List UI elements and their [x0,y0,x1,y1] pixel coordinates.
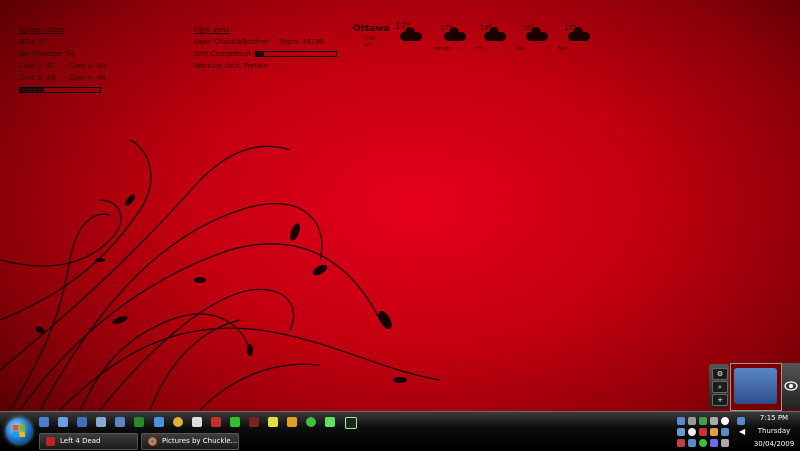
tray-screen-icon[interactable] [688,439,696,447]
quicklaunch-terminal-icon[interactable] [344,417,357,429]
left4dead-icon [46,436,55,446]
tray-green-icon[interactable] [699,439,707,447]
quicklaunch-media-icon[interactable] [210,417,221,427]
taskbar-clock[interactable]: 7:15 PM Thursday 30/04/2009 [750,412,798,451]
system-tray: ◀ [677,415,747,449]
photo-gadget[interactable] [730,363,782,411]
gadget-search-button[interactable]: ⌕ [712,381,728,393]
tray-info-icon[interactable] [688,428,696,436]
windows-logo-icon [13,425,25,437]
current-cloud-icon [400,27,422,41]
tray-app-icon[interactable] [699,417,707,425]
unit-completion-fill [256,52,265,56]
tray-misc-icon[interactable] [721,439,729,447]
quicklaunch-green-icon[interactable] [229,417,240,427]
tray-folder-icon[interactable] [710,428,718,436]
core1-temp: Core 1: 47 [19,62,56,70]
fah-team: Team: 34196 [279,38,325,46]
system-stats-widget: System stats GPU: 57 Northbridge: 54 Cor… [19,24,105,96]
cpu-load-fill [20,88,44,92]
wallpaper-swirl-art [0,139,441,410]
weather-city: Ottawa [353,24,390,34]
clock-date: 30/04/2009 [753,440,795,448]
tray-asterisk-icon[interactable] [721,417,729,425]
fah-stats-title: F@H stats [194,26,230,34]
quicklaunch-info-icon[interactable] [306,417,317,427]
forecast-day: Sun [558,46,568,52]
rain-cloud-icon [568,27,590,41]
quicklaunch-folder-icon[interactable] [268,417,279,427]
tray-volume-icon[interactable]: ◀ [739,428,747,436]
quicklaunch-switch-icon[interactable] [77,417,88,427]
forecast-item: 18° Sat [516,24,556,54]
tray-antivirus-icon[interactable] [699,428,707,436]
eye-icon [784,381,798,391]
start-button[interactable] [6,418,32,444]
quicklaunch-computer-icon[interactable] [153,417,164,427]
task-pictures-browser[interactable]: Pictures by Chuckle... [141,433,239,450]
core4-temp: Core 4: 48 [69,74,106,82]
task-label: Pictures by Chuckle... [162,437,238,445]
unit-completion-bar [255,51,338,57]
tray-tool-icon[interactable] [677,439,685,447]
cloud-icon [484,27,506,41]
taskbar: Left 4 Dead Pictures by Chuckle... ◀ 7:1… [0,411,800,451]
quick-launch-bar [39,417,361,429]
quicklaunch-dark-icon[interactable] [249,417,260,427]
forecast-item: 19° Fri [474,24,514,54]
quicklaunch-flag-icon[interactable] [325,417,336,427]
quicklaunch-tool-icon[interactable] [191,417,202,427]
tray-blue-icon[interactable] [710,439,718,447]
core2-temp: Core 2: 48 [69,62,106,70]
gadget-controls: ⚙ ⌕ + [709,364,729,408]
tray-device-icon[interactable] [721,428,729,436]
unit-completion-label: Unit Completion: [194,50,253,58]
gpu-temp: GPU: 57 [19,38,48,46]
cpu-load-bar [19,87,101,93]
chrome-icon [148,436,157,446]
working-unit: Working Unit: Protein [194,62,269,70]
clock-time: 7:15 PM [759,414,789,422]
fah-stats-widget: F@H stats User: ChuckleBrother Team: 3419… [194,24,338,72]
system-stats-title: System stats [19,26,65,34]
quicklaunch-play-icon[interactable] [287,417,298,427]
gadget-eye-button[interactable] [782,363,800,409]
tray-settings-icon[interactable] [710,417,718,425]
northbridge-temp: Northbridge: 54 [19,50,75,58]
quicklaunch-app-icon[interactable] [134,417,145,427]
forecast-day: Sat [516,46,525,52]
forecast-day: Fri [476,46,482,52]
clock-day: Thursday [757,427,791,435]
quicklaunch-explorer-icon[interactable] [115,417,126,427]
gadget-settings-button[interactable]: ⚙ [712,368,728,380]
sun-cloud-icon [526,27,548,41]
forecast-item: 17° tonight [434,24,474,54]
quicklaunch-recycle-icon[interactable] [96,417,107,427]
task-label: Left 4 Dead [60,437,101,445]
tray-display-icon[interactable] [737,417,745,425]
weather-observed-time: 7:34 am [364,36,376,48]
quicklaunch-chrome-icon[interactable] [172,417,183,427]
tray-steam-icon[interactable] [688,417,696,425]
rain-cloud-icon [444,27,466,41]
quicklaunch-window-icon[interactable] [39,417,49,427]
photo-gadget-image [734,368,777,404]
gadget-add-button[interactable]: + [712,394,728,406]
forecast-item: 17° Sun [558,24,598,54]
tray-network-icon[interactable] [677,417,685,425]
forecast-day: tonight [434,46,452,52]
quicklaunch-desktop-icon[interactable] [58,417,69,427]
task-left4dead[interactable]: Left 4 Dead [39,433,138,450]
core3-temp: Core 3: 48 [19,74,56,82]
fah-user: User: ChuckleBrother [194,38,269,46]
tray-monitor-icon[interactable] [677,428,685,436]
